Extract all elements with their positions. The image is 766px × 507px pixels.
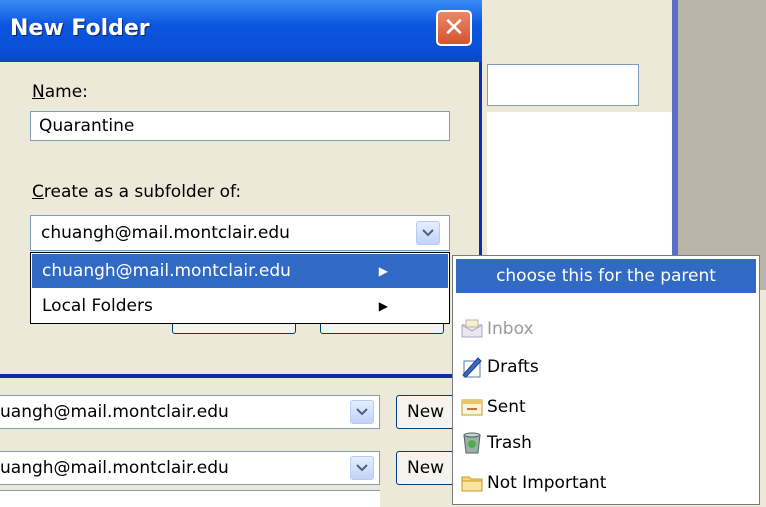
parent-folder-select[interactable]: chuangh@mail.montclair.edu — [30, 215, 450, 251]
submenu-item-inbox-label: Inbox — [487, 319, 534, 339]
new-folder-button-2-label: New — [407, 458, 445, 478]
submenu-item-drafts[interactable]: Drafts — [459, 352, 539, 382]
new-folder-button-2[interactable]: New — [396, 451, 456, 485]
drafts-icon — [459, 354, 485, 380]
new-folder-button-1-label: New — [407, 402, 445, 422]
parent-folder-label: Create as a subfolder of: — [32, 182, 242, 202]
submenu-item-inbox[interactable]: Inbox — [459, 314, 534, 344]
dialog-title: New Folder — [10, 16, 150, 41]
background-field-strip — [0, 490, 380, 507]
dropdown-item-local-folders-label: Local Folders — [42, 296, 153, 316]
dropdown-item-account[interactable]: chuangh@mail.montclair.edu ▶ — [32, 254, 448, 288]
dropdown-item-account-label: chuangh@mail.montclair.edu — [42, 261, 291, 281]
sent-icon — [459, 394, 485, 420]
chevron-down-icon[interactable] — [416, 221, 440, 245]
background-gray-pane — [678, 0, 766, 290]
chevron-down-icon[interactable] — [350, 400, 374, 424]
submenu-choose-parent[interactable]: choose this for the parent — [456, 259, 756, 293]
submenu-item-trash[interactable]: Trash — [459, 428, 532, 458]
submenu-item-drafts-label: Drafts — [487, 357, 539, 377]
account-select-1[interactable]: uangh@mail.montclair.edu — [0, 395, 380, 429]
dropdown-item-local-folders[interactable]: Local Folders ▶ — [32, 289, 448, 323]
parent-folder-dropdown: chuangh@mail.montclair.edu ▶ Local Folde… — [30, 252, 450, 324]
folder-icon — [459, 470, 485, 496]
chevron-down-icon[interactable] — [350, 456, 374, 480]
submenu-item-not-important-label: Not Important — [487, 473, 607, 493]
submenu-item-sent[interactable]: Sent — [459, 392, 526, 422]
submenu-arrow-icon: ▶ — [378, 264, 388, 278]
submenu-item-not-important[interactable]: Not Important — [459, 468, 606, 498]
submenu-item-trash-label: Trash — [487, 433, 532, 453]
account-select-1-value: uangh@mail.montclair.edu — [0, 402, 229, 422]
folder-submenu: choose this for the parent Inbox Drafts … — [452, 255, 760, 505]
folder-name-input[interactable]: Quarantine — [30, 111, 450, 141]
close-button[interactable]: ✕ — [436, 10, 472, 46]
name-label: Name: — [32, 82, 88, 102]
submenu-item-sent-label: Sent — [487, 397, 526, 417]
account-select-2-value: uangh@mail.montclair.edu — [0, 458, 229, 478]
trash-icon — [459, 430, 485, 456]
inbox-icon — [459, 316, 485, 342]
submenu-arrow-icon: ▶ — [378, 299, 388, 313]
background-text-field[interactable] — [487, 64, 639, 106]
close-icon: ✕ — [443, 13, 465, 43]
account-select-2[interactable]: uangh@mail.montclair.edu — [0, 451, 380, 485]
new-folder-button-1[interactable]: New — [396, 395, 456, 429]
